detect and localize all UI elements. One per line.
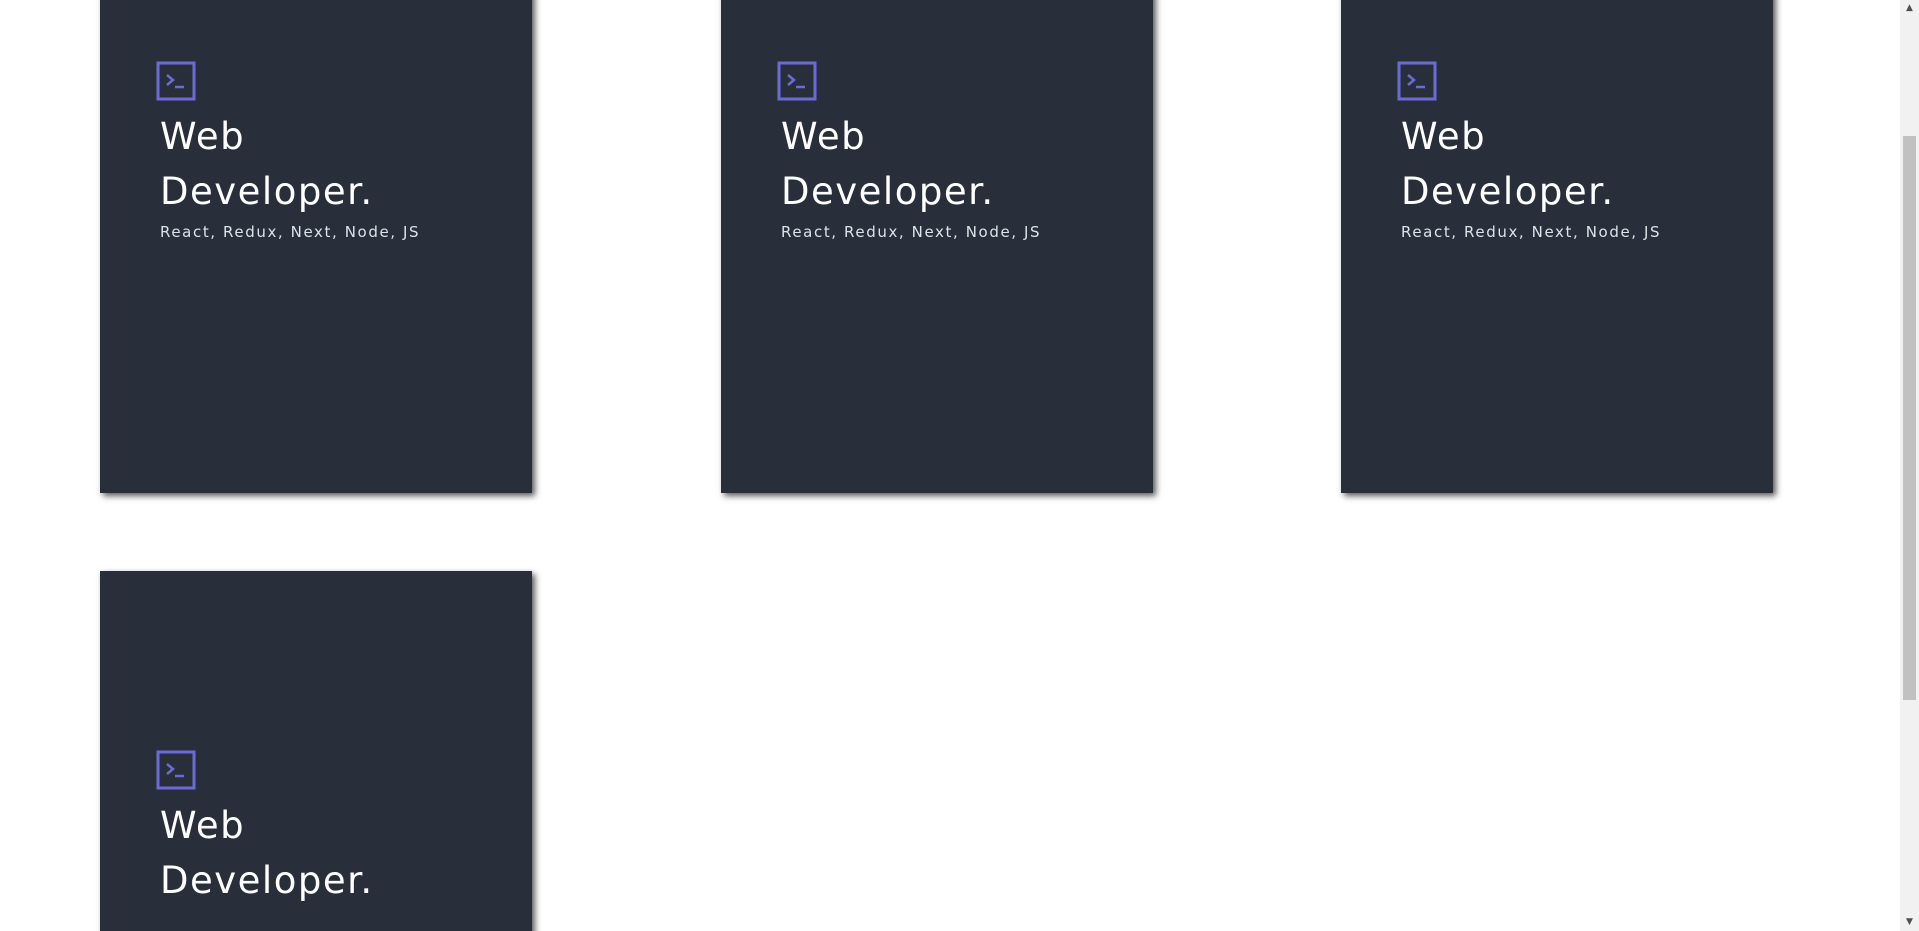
card-title-line-1: Web	[1401, 115, 1487, 158]
skill-card: Web Developer. React, Redux, Next, Node,…	[1341, 0, 1773, 493]
card-title-line-1: Web	[160, 115, 246, 158]
card-tags: React, Redux, Next, Node, JS	[1401, 223, 1662, 241]
card-title: Web Developer.	[160, 109, 374, 219]
skill-card: Web Developer. React, Redux, Next, Node,…	[100, 0, 532, 493]
card-title-line-2: Developer.	[160, 170, 374, 213]
card-title-line-2: Developer.	[1401, 170, 1615, 213]
terminal-icon	[1397, 61, 1437, 101]
skill-card: Web Developer.	[100, 571, 532, 931]
card-title: Web Developer.	[1401, 109, 1615, 219]
skill-card: Web Developer. React, Redux, Next, Node,…	[721, 0, 1153, 493]
terminal-icon	[156, 61, 196, 101]
card-title-line-2: Developer.	[160, 859, 374, 902]
card-title-line-1: Web	[781, 115, 867, 158]
scroll-up-arrow-icon[interactable]: ▲	[1900, 0, 1919, 17]
card-title-line-1: Web	[160, 804, 246, 847]
card-title: Web Developer.	[160, 798, 374, 908]
card-title-line-2: Developer.	[781, 170, 995, 213]
card-tags: React, Redux, Next, Node, JS	[781, 223, 1042, 241]
vertical-scrollbar[interactable]: ▲ ▼	[1900, 0, 1919, 931]
page-viewport: Web Developer. React, Redux, Next, Node,…	[0, 0, 1919, 931]
card-title: Web Developer.	[781, 109, 995, 219]
card-tags: React, Redux, Next, Node, JS	[160, 223, 421, 241]
terminal-icon	[777, 61, 817, 101]
scroll-down-arrow-icon[interactable]: ▼	[1900, 914, 1919, 931]
scrollbar-thumb[interactable]	[1903, 136, 1916, 700]
terminal-icon	[156, 750, 196, 790]
